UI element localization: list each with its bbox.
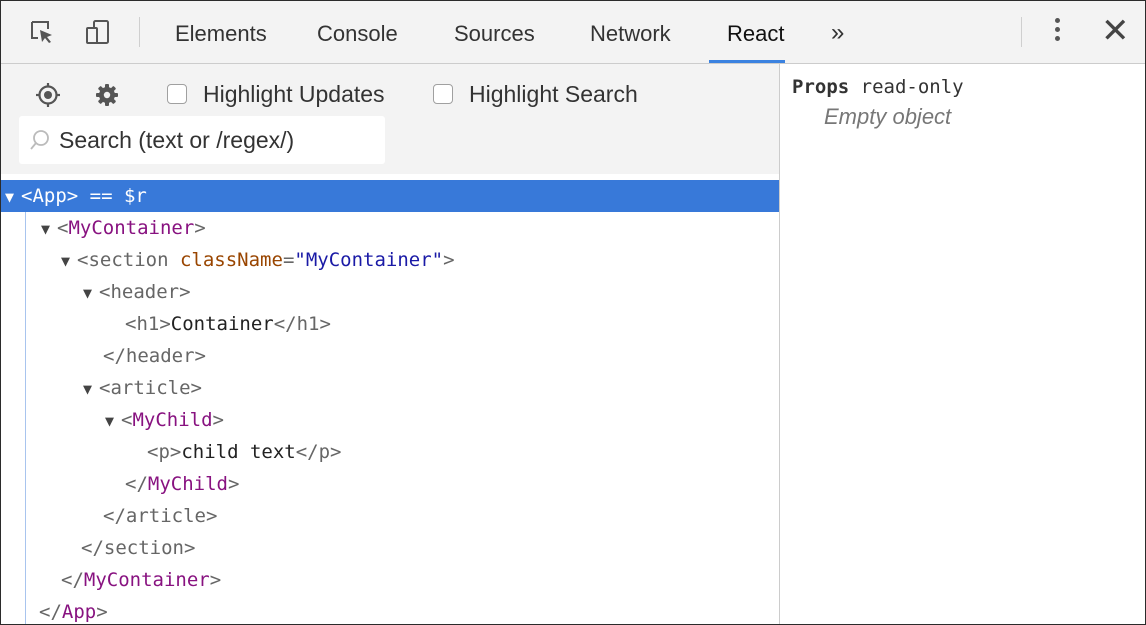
- more-tabs-button[interactable]: »: [831, 1, 844, 63]
- highlight-updates-checkbox[interactable]: [167, 84, 187, 104]
- devtools-window: Elements Console Sources Network React »…: [0, 0, 1146, 625]
- attribute-value: "MyContainer": [294, 249, 444, 271]
- element-name: section: [88, 249, 169, 271]
- tree-row-header-close[interactable]: </header>: [1, 340, 779, 372]
- close-icon[interactable]: ✕: [1101, 11, 1130, 51]
- toolbar-divider: [139, 17, 140, 47]
- element-tag: <header>: [99, 281, 191, 303]
- tree-row-section-close[interactable]: </section>: [1, 532, 779, 564]
- select-element-icon[interactable]: [35, 82, 61, 108]
- highlight-search-label[interactable]: Highlight Search: [469, 78, 638, 110]
- tab-network[interactable]: Network: [590, 1, 671, 63]
- element-tag: </article>: [103, 505, 218, 527]
- element-tag: </p>: [295, 441, 342, 463]
- react-toolbar: Highlight Updates Highlight Search: [1, 64, 779, 174]
- element-tag: <article>: [99, 377, 202, 399]
- component-name: MyContainer: [68, 217, 195, 239]
- component-name: MyChild: [147, 473, 228, 495]
- more-options-icon[interactable]: [1049, 15, 1065, 49]
- element-tag: </h1>: [273, 313, 331, 335]
- tree-row-app[interactable]: ▼ <App> == $r: [1, 180, 779, 212]
- toolbar-divider: [1021, 17, 1022, 47]
- tree-row-mychild[interactable]: ▼ <MyChild>: [1, 404, 779, 436]
- device-toolbar-icon[interactable]: [85, 19, 111, 45]
- tab-sources[interactable]: Sources: [454, 1, 535, 63]
- expand-arrow-icon[interactable]: ▼: [83, 277, 99, 309]
- tab-console[interactable]: Console: [317, 1, 398, 63]
- element-tag: </header>: [103, 345, 206, 367]
- element-tag: <h1>: [125, 313, 171, 335]
- props-title: Props: [792, 76, 850, 98]
- props-readonly-label: read-only: [849, 76, 964, 98]
- gear-icon[interactable]: [94, 82, 120, 108]
- tree-row-header[interactable]: ▼ <header>: [1, 276, 779, 308]
- search-box: [19, 116, 385, 164]
- active-tab-indicator: [709, 60, 785, 63]
- expand-arrow-icon[interactable]: ▼: [61, 245, 77, 277]
- tree-row-h1[interactable]: <h1>Container</h1>: [1, 308, 779, 340]
- tree-row-app-close[interactable]: </App>: [1, 596, 779, 624]
- component-tree-pane: Highlight Updates Highlight Search ▼<App…: [1, 64, 780, 624]
- app-open-tag: <App>: [21, 185, 79, 207]
- tree-row-mychild-close[interactable]: </MyChild>: [1, 468, 779, 500]
- text-node: Container: [170, 313, 274, 335]
- tree-row-mycontainer[interactable]: ▼ <MyContainer>: [1, 212, 779, 244]
- inspect-element-icon[interactable]: [29, 19, 55, 45]
- text-node: child text: [181, 441, 296, 463]
- props-empty-text: Empty object: [824, 104, 952, 129]
- tree-row-section[interactable]: ▼ <section className="MyContainer">: [1, 244, 779, 276]
- tree-row-p[interactable]: <p>child text</p>: [1, 436, 779, 468]
- expand-arrow-icon[interactable]: ▼: [83, 373, 99, 405]
- component-name: MyChild: [132, 409, 213, 431]
- props-pane: Props read-only Empty object: [780, 64, 1145, 624]
- highlight-updates-label[interactable]: Highlight Updates: [203, 78, 385, 110]
- expand-arrow-icon[interactable]: ▼: [41, 213, 57, 245]
- search-icon: [30, 130, 49, 150]
- tree-row-mycontainer-close[interactable]: </MyContainer>: [1, 564, 779, 596]
- tree-row-article[interactable]: ▼ <article>: [1, 372, 779, 404]
- tab-elements[interactable]: Elements: [175, 1, 267, 63]
- tree-row-article-close[interactable]: </article>: [1, 500, 779, 532]
- selected-ref-label: == $r: [78, 185, 147, 207]
- component-name: App: [61, 601, 97, 623]
- highlight-search-checkbox[interactable]: [433, 84, 453, 104]
- element-tag: </section>: [81, 537, 196, 559]
- tab-react[interactable]: React: [727, 1, 784, 63]
- props-heading: Props read-only: [792, 76, 964, 98]
- element-tag: <p>: [147, 441, 182, 463]
- search-input[interactable]: [59, 116, 379, 164]
- attribute-name: className: [179, 249, 283, 271]
- expand-arrow-icon[interactable]: ▼: [5, 181, 21, 213]
- component-name: MyContainer: [83, 569, 210, 591]
- tree-guide-line: [25, 212, 26, 624]
- devtools-tabbar: Elements Console Sources Network React »…: [1, 1, 1145, 64]
- expand-arrow-icon[interactable]: ▼: [105, 405, 121, 437]
- component-tree: ▼ <App> == $r ▼ <MyContainer> ▼ <section cl…: [1, 180, 779, 624]
